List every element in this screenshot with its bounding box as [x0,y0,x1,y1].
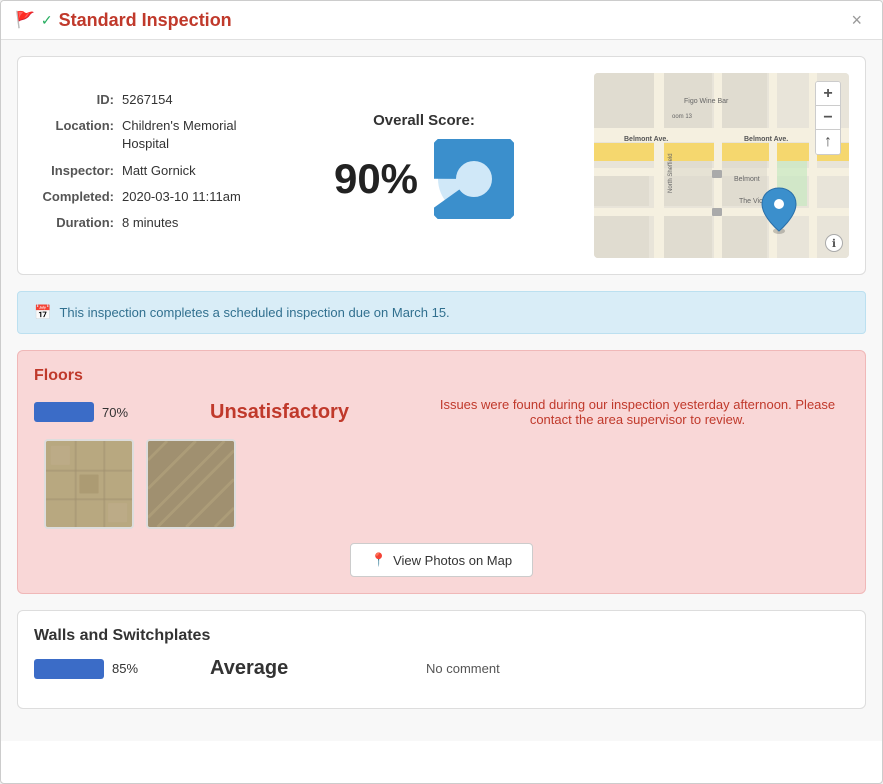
content-area: ID: 5267154 Location: Children's Memoria… [1,40,882,741]
id-label: ID: [34,91,114,109]
completed-row: Completed: 2020-03-10 11:11am [34,188,254,206]
map-controls: + − ↑ [815,81,841,155]
floors-title: Floors [34,367,849,385]
completed-label: Completed: [34,188,114,206]
svg-text:Belmont Ave.: Belmont Ave. [744,136,788,143]
inspector-label: Inspector: [34,162,114,180]
compass-button[interactable]: ↑ [816,130,840,154]
schedule-notice-text: This inspection completes a scheduled in… [59,305,449,320]
floors-photos-row [44,439,849,529]
floors-comment: Issues were found during our inspection … [426,397,849,427]
score-pie-chart [434,139,514,219]
zoom-out-button[interactable]: − [816,106,840,130]
check-icon: ✓ [41,12,53,29]
svg-text:Figo Wine Bar: Figo Wine Bar [684,98,729,105]
floor-photo-2-img [148,441,234,527]
overall-score-label: Overall Score: [373,112,475,129]
svg-text:Belmont: Belmont [734,176,760,183]
walls-score-row: 85% Average No comment [34,657,849,680]
title-bar-left: 🚩 ✓ Standard Inspection [15,10,232,31]
window-title: Standard Inspection [59,10,232,31]
floor-photo-1-img [46,441,132,527]
view-map-btn-label: View Photos on Map [393,553,512,568]
close-button[interactable]: × [845,9,868,31]
view-photos-on-map-button[interactable]: 📍 View Photos on Map [350,543,533,577]
calendar-icon: 📅 [34,304,51,321]
floors-bar-container: 70% [34,402,194,422]
map-section: Figo Wine Bar oom 13 Belmont Ave. Belmon… [594,73,849,258]
svg-text:oom 13: oom 13 [672,114,693,120]
zoom-in-button[interactable]: + [816,82,840,106]
id-row: ID: 5267154 [34,91,254,109]
duration-row: Duration: 8 minutes [34,214,254,232]
walls-comment: No comment [426,661,849,676]
flag-icon: 🚩 [15,10,35,30]
walls-bar-container: 85% [34,659,194,679]
schedule-notice: 📅 This inspection completes a scheduled … [17,291,866,334]
floors-score-bar [34,402,94,422]
svg-text:Belmont Ave.: Belmont Ave. [624,136,668,143]
location-row: Location: Children's Memorial Hospital [34,117,254,153]
location-label: Location: [34,117,114,153]
completed-value: 2020-03-10 11:11am [122,188,241,206]
score-display: 90% [334,139,514,219]
svg-text:North Sheffield: North Sheffield [668,153,674,193]
inspector-row: Inspector: Matt Gornick [34,162,254,180]
title-bar: 🚩 ✓ Standard Inspection × [1,1,882,40]
info-fields: ID: 5267154 Location: Children's Memoria… [34,91,254,240]
inspector-value: Matt Gornick [122,162,196,180]
floor-photo-1[interactable] [44,439,134,529]
main-window: 🚩 ✓ Standard Inspection × ID: 5267154 Lo… [0,0,883,784]
walls-rating: Average [210,657,410,680]
floors-section: Floors 70% Unsatisfactory Issues were fo… [17,350,866,594]
info-card: ID: 5267154 Location: Children's Memoria… [17,56,866,275]
id-value: 5267154 [122,91,173,109]
location-pin-icon: 📍 [371,552,387,568]
floor-photo-2[interactable] [146,439,236,529]
svg-text:The Vic: The Vic [739,198,763,205]
walls-title: Walls and Switchplates [34,627,849,645]
floors-score-pct: 70% [102,405,128,420]
floors-rating: Unsatisfactory [210,401,410,424]
map-background: Figo Wine Bar oom 13 Belmont Ave. Belmon… [594,73,849,258]
view-map-btn-row: 📍 View Photos on Map [34,543,849,577]
floors-score-row: 70% Unsatisfactory Issues were found dur… [34,397,849,427]
duration-label: Duration: [34,214,114,232]
overall-score-number: 90% [334,155,418,203]
walls-section: Walls and Switchplates 85% Average No co… [17,610,866,709]
duration-value: 8 minutes [122,214,178,232]
walls-score-pct: 85% [112,661,138,676]
score-section: Overall Score: 90% [274,112,574,219]
location-value: Children's Memorial Hospital [122,117,254,153]
walls-score-bar [34,659,104,679]
map-info-button[interactable]: ℹ [825,234,843,252]
